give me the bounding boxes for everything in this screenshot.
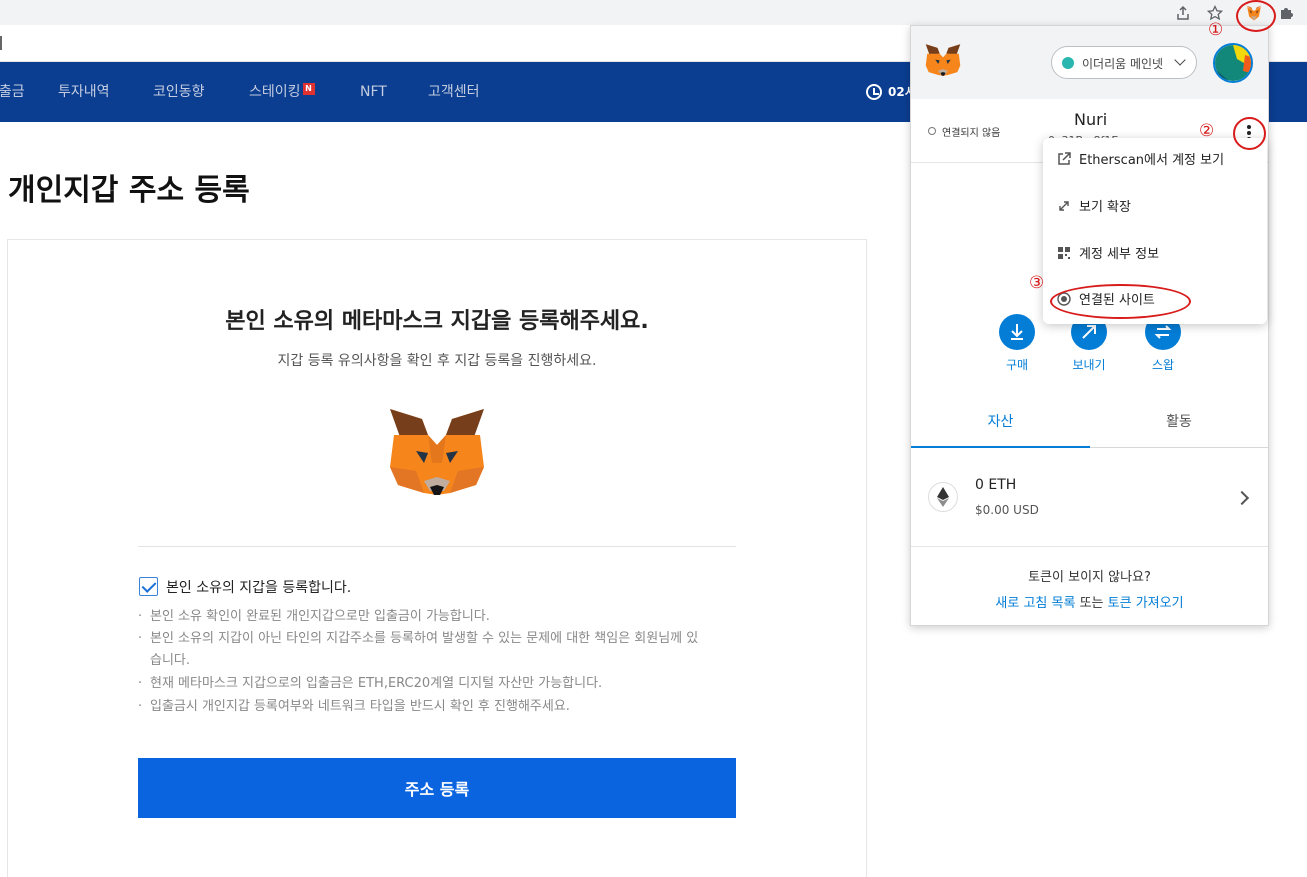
connection-status[interactable]: 연결되지 않음 — [942, 124, 1000, 139]
nav-item-staking-label: 스테이킹 — [249, 84, 301, 100]
chevron-down-icon — [1174, 54, 1186, 66]
nav-item-investments[interactable]: 투자내역 — [58, 62, 110, 122]
asset-amount: 0 ETH — [975, 477, 1017, 493]
tab-assets[interactable]: 자산 — [911, 404, 1090, 448]
register-address-button[interactable]: 주소 등록 — [138, 758, 736, 818]
expand-icon — [1057, 199, 1071, 213]
annotation-step-2: ② — [1199, 121, 1215, 141]
tokens-or-text: 또는 — [1079, 596, 1104, 611]
note-text: 입출금시 개인지갑 등록여부와 네트워크 타입을 반드시 확인 후 진행해주세요… — [150, 699, 570, 714]
note-item: · 입출금시 개인지갑 등록여부와 네트워크 타입을 반드시 확인 후 진행해주세… — [138, 696, 736, 718]
agree-checkbox[interactable] — [139, 577, 158, 596]
menu-item-label: 보기 확장 — [1079, 200, 1131, 215]
agree-label: 본인 소유의 지갑을 등록합니다. — [166, 580, 352, 596]
browser-toolbar — [0, 0, 1307, 25]
new-badge: N — [302, 83, 315, 95]
tab-activity[interactable]: 활동 — [1090, 404, 1268, 448]
nav-item-deposit[interactable]: 입출금 — [0, 62, 25, 122]
menu-item-label: 계정 세부 정보 — [1079, 247, 1160, 262]
external-link-icon — [1057, 152, 1071, 166]
swap-label: 스왑 — [1151, 358, 1175, 372]
note-text: 본인 소유 확인이 완료된 개인지갑으로만 입출금이 가능합니다. — [150, 609, 490, 624]
menu-item-etherscan[interactable]: Etherscan에서 계정 보기 — [1057, 150, 1224, 172]
card-divider — [138, 546, 736, 547]
refresh-list-link[interactable]: 새로 고침 목록 — [995, 596, 1075, 611]
nav-item-nft[interactable]: NFT — [360, 62, 387, 122]
asset-usd-value: $0.00 USD — [975, 503, 1039, 517]
account-name[interactable]: Nuri — [1074, 110, 1107, 129]
annotation-step-3: ③ — [1029, 273, 1045, 293]
note-bullet: · — [138, 631, 143, 646]
note-item-continued: 습니다. — [138, 650, 736, 672]
annotation-circle-extension — [1236, 0, 1276, 32]
buy-label: 구매 — [1005, 358, 1029, 372]
puzzle-icon[interactable] — [1276, 2, 1298, 24]
nav-item-coin-trends[interactable]: 코인동향 — [153, 62, 205, 122]
note-item: · 본인 소유 확인이 완료된 개인지갑으로만 입출금이 가능합니다. — [138, 606, 736, 628]
note-text: 습니다. — [150, 653, 191, 668]
metamask-popup: 이더리움 메인넷 연결되지 않음 Nuri 0x31B...8f1E 구매 — [910, 25, 1269, 626]
menu-item-expand-view[interactable]: 보기 확장 — [1057, 197, 1131, 219]
menu-item-account-details[interactable]: 계정 세부 정보 — [1057, 244, 1159, 266]
asset-row-eth[interactable]: 0 ETH $0.00 USD — [911, 449, 1268, 547]
metamask-fox-logo — [390, 409, 484, 495]
note-bullet: · — [138, 676, 143, 691]
share-icon[interactable] — [1172, 2, 1194, 24]
tokens-question: 토큰이 보이지 않나요? — [1028, 570, 1151, 585]
qr-code-icon — [1057, 246, 1071, 260]
annotation-circle-kebab — [1233, 117, 1266, 150]
nav-item-support[interactable]: 고객센터 — [428, 62, 480, 122]
note-bullet: · — [138, 609, 143, 624]
note-text: 현재 메타마스크 지갑으로의 입출금은 ETH,ERC20계열 디지털 자산만 … — [150, 676, 603, 691]
nav-item-staking[interactable]: 스테이킹 N — [249, 62, 315, 122]
network-selector[interactable]: 이더리움 메인넷 — [1051, 46, 1197, 79]
menu-edge-icon — [0, 36, 3, 50]
import-tokens-link[interactable]: 토큰 가져오기 — [1108, 596, 1184, 611]
download-icon — [999, 314, 1035, 350]
annotation-step-1: ① — [1208, 20, 1224, 40]
chevron-right-icon — [1234, 490, 1250, 506]
note-text: 본인 소유의 지갑이 아닌 타인의 지갑주소를 등록하여 발생할 수 있는 문제… — [150, 631, 699, 646]
ethereum-icon — [928, 482, 958, 512]
tokens-links: 새로 고침 목록 또는 토큰 가져오기 — [911, 592, 1268, 611]
clock-icon — [866, 84, 882, 100]
note-item: · 현재 메타마스크 지갑으로의 입출금은 ETH,ERC20계열 디지털 자산만… — [138, 673, 736, 695]
network-status-dot — [1062, 57, 1074, 69]
page-title: 개인지갑 주소 등록 — [8, 173, 250, 208]
network-label: 이더리움 메인넷 — [1082, 57, 1164, 71]
account-avatar[interactable] — [1213, 43, 1253, 83]
connection-status-icon — [928, 127, 936, 135]
buy-button[interactable]: 구매 — [987, 314, 1047, 373]
card-heading: 본인 소유의 메타마스크 지갑을 등록해주세요. — [225, 309, 649, 334]
annotation-circle-connected-sites — [1050, 284, 1191, 319]
card-subtitle: 지갑 등록 유의사항을 확인 후 지갑 등록을 진행하세요. — [277, 353, 597, 369]
menu-item-label: Etherscan에서 계정 보기 — [1079, 153, 1225, 168]
metamask-fox-icon — [925, 44, 961, 76]
note-bullet: · — [138, 699, 143, 714]
send-label: 보내기 — [1072, 358, 1106, 372]
note-item: · 본인 소유의 지갑이 아닌 타인의 지갑주소를 등록하여 발생할 수 있는 문… — [138, 628, 736, 650]
